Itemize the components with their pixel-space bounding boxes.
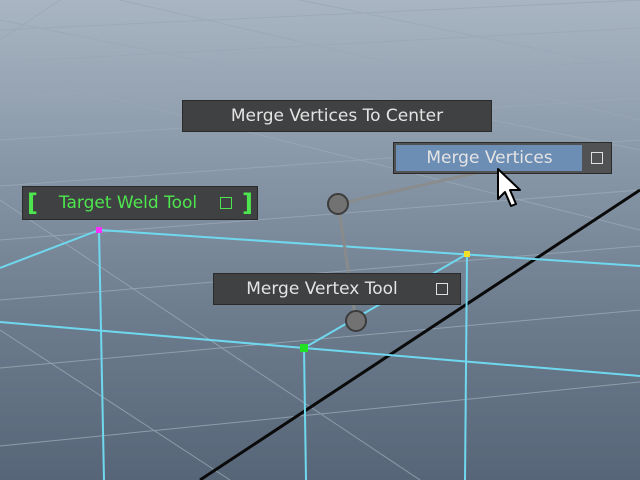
menu-item-label: Merge Vertices: [426, 148, 553, 168]
3d-viewport[interactable]: Merge Vertices To Center Merge Vertices …: [0, 0, 640, 480]
option-box-icon[interactable]: [436, 283, 448, 295]
option-box-icon[interactable]: [220, 197, 233, 209]
target-weld-tool-item[interactable]: [ Target Weld Tool ]: [22, 186, 258, 220]
mesh-wireframe: [0, 229, 640, 480]
merge-vertices-to-center-item[interactable]: Merge Vertices To Center: [182, 100, 492, 132]
vertex-selected: [300, 344, 308, 352]
menu-item-label: Merge Vertex Tool: [246, 279, 398, 299]
option-box-icon[interactable]: [591, 152, 603, 164]
perspective-grid: [0, 0, 640, 480]
menu-item-label: Merge Vertices To Center: [230, 106, 444, 126]
mouse-cursor-icon: [497, 168, 521, 207]
merge-vertex-tool-item[interactable]: Merge Vertex Tool: [213, 273, 461, 305]
right-bracket-icon: ]: [242, 189, 253, 217]
world-axis-line: [199, 188, 640, 480]
vertex-yellow: [464, 251, 470, 257]
marking-menu-center: [327, 193, 349, 215]
vertex-magenta: [96, 227, 102, 233]
marking-menu-cursor-origin: [345, 310, 367, 332]
menu-item-label: Target Weld Tool: [58, 193, 198, 213]
viewport-scene: [0, 0, 640, 480]
left-bracket-icon: [: [27, 189, 38, 217]
